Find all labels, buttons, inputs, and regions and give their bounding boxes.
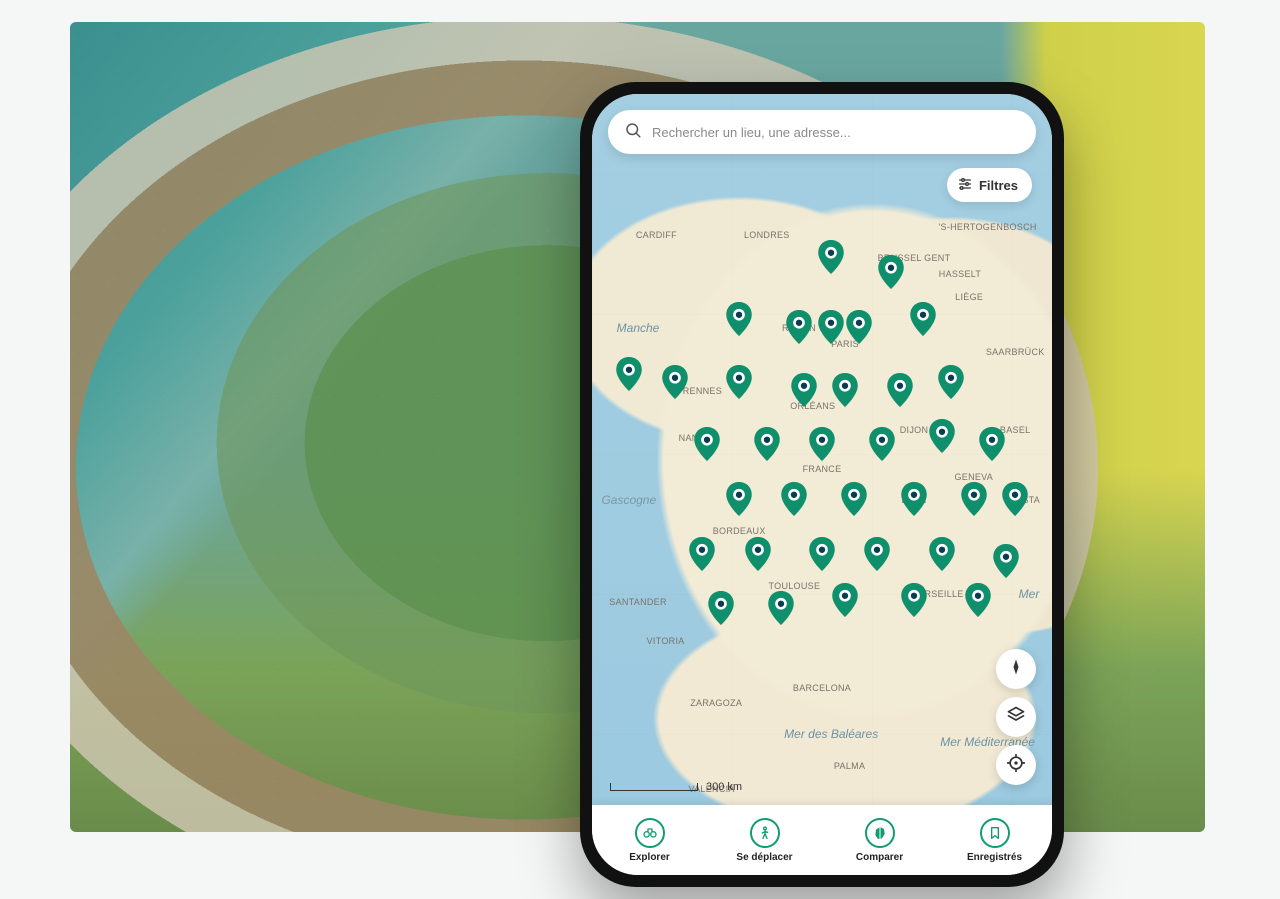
map-pin[interactable]: [768, 591, 794, 617]
map-pin[interactable]: [818, 240, 844, 266]
france-icon: [865, 818, 895, 848]
sliders-icon: [957, 176, 973, 195]
phone-screen: CARDIFFLONDRESESSENBRUSSEL GENTHASSELT'S…: [592, 94, 1052, 875]
map-pin[interactable]: [832, 373, 858, 399]
map-pin[interactable]: [832, 583, 858, 609]
map-pin[interactable]: [910, 302, 936, 328]
search-bar[interactable]: [608, 110, 1036, 154]
map-pin[interactable]: [809, 427, 835, 453]
map-pin[interactable]: [901, 482, 927, 508]
map-pin[interactable]: [745, 537, 771, 563]
nav-label: Explorer: [629, 852, 670, 863]
map-pin[interactable]: [901, 583, 927, 609]
scale-label: 300 km: [706, 781, 742, 793]
map-pin[interactable]: [938, 365, 964, 391]
filters-label: Filtres: [979, 178, 1018, 193]
nav-item-se-deplacer[interactable]: Se déplacer: [707, 805, 822, 875]
filters-button[interactable]: Filtres: [947, 168, 1032, 202]
map-pin[interactable]: [841, 482, 867, 508]
map-pin[interactable]: [1002, 482, 1028, 508]
map-pin[interactable]: [965, 583, 991, 609]
map-pin[interactable]: [726, 482, 752, 508]
bottom-nav: Explorer Se déplacer Comparer: [592, 805, 1052, 875]
search-icon: [624, 121, 642, 144]
map-pin[interactable]: [726, 365, 752, 391]
map-pin[interactable]: [708, 591, 734, 617]
map-pin[interactable]: [961, 482, 987, 508]
map-pin[interactable]: [754, 427, 780, 453]
nav-label: Comparer: [856, 852, 903, 863]
map-pin[interactable]: [846, 310, 872, 336]
compass-icon: [1006, 657, 1026, 682]
map-pin[interactable]: [689, 537, 715, 563]
map-pin[interactable]: [781, 482, 807, 508]
nav-item-enregistres[interactable]: Enregistrés: [937, 805, 1052, 875]
map-pin[interactable]: [878, 255, 904, 281]
map-pin[interactable]: [869, 427, 895, 453]
phone-frame: CARDIFFLONDRESESSENBRUSSEL GENTHASSELT'S…: [580, 82, 1064, 887]
map-pin[interactable]: [993, 544, 1019, 570]
map-pin[interactable]: [929, 537, 955, 563]
nav-label: Enregistrés: [967, 852, 1022, 863]
map-pin[interactable]: [791, 373, 817, 399]
map-pin[interactable]: [662, 365, 688, 391]
map-pin[interactable]: [694, 427, 720, 453]
locate-button[interactable]: [996, 745, 1036, 785]
map-pin[interactable]: [864, 537, 890, 563]
nav-item-explorer[interactable]: Explorer: [592, 805, 707, 875]
nav-item-comparer[interactable]: Comparer: [822, 805, 937, 875]
map-pin[interactable]: [887, 373, 913, 399]
layers-icon: [1006, 705, 1026, 730]
map-pin[interactable]: [809, 537, 835, 563]
map-pin[interactable]: [616, 357, 642, 383]
locate-icon: [1006, 753, 1026, 778]
search-input[interactable]: [652, 125, 1020, 140]
map-pin[interactable]: [786, 310, 812, 336]
map-pin[interactable]: [929, 419, 955, 445]
binoculars-icon: [635, 818, 665, 848]
nav-label: Se déplacer: [736, 852, 792, 863]
map-scale: 300 km: [610, 781, 742, 793]
map-pin[interactable]: [979, 427, 1005, 453]
map-pin[interactable]: [726, 302, 752, 328]
walking-icon: [750, 818, 780, 848]
map-pin[interactable]: [818, 310, 844, 336]
layers-button[interactable]: [996, 697, 1036, 737]
compass-button[interactable]: [996, 649, 1036, 689]
bookmark-icon: [980, 818, 1010, 848]
